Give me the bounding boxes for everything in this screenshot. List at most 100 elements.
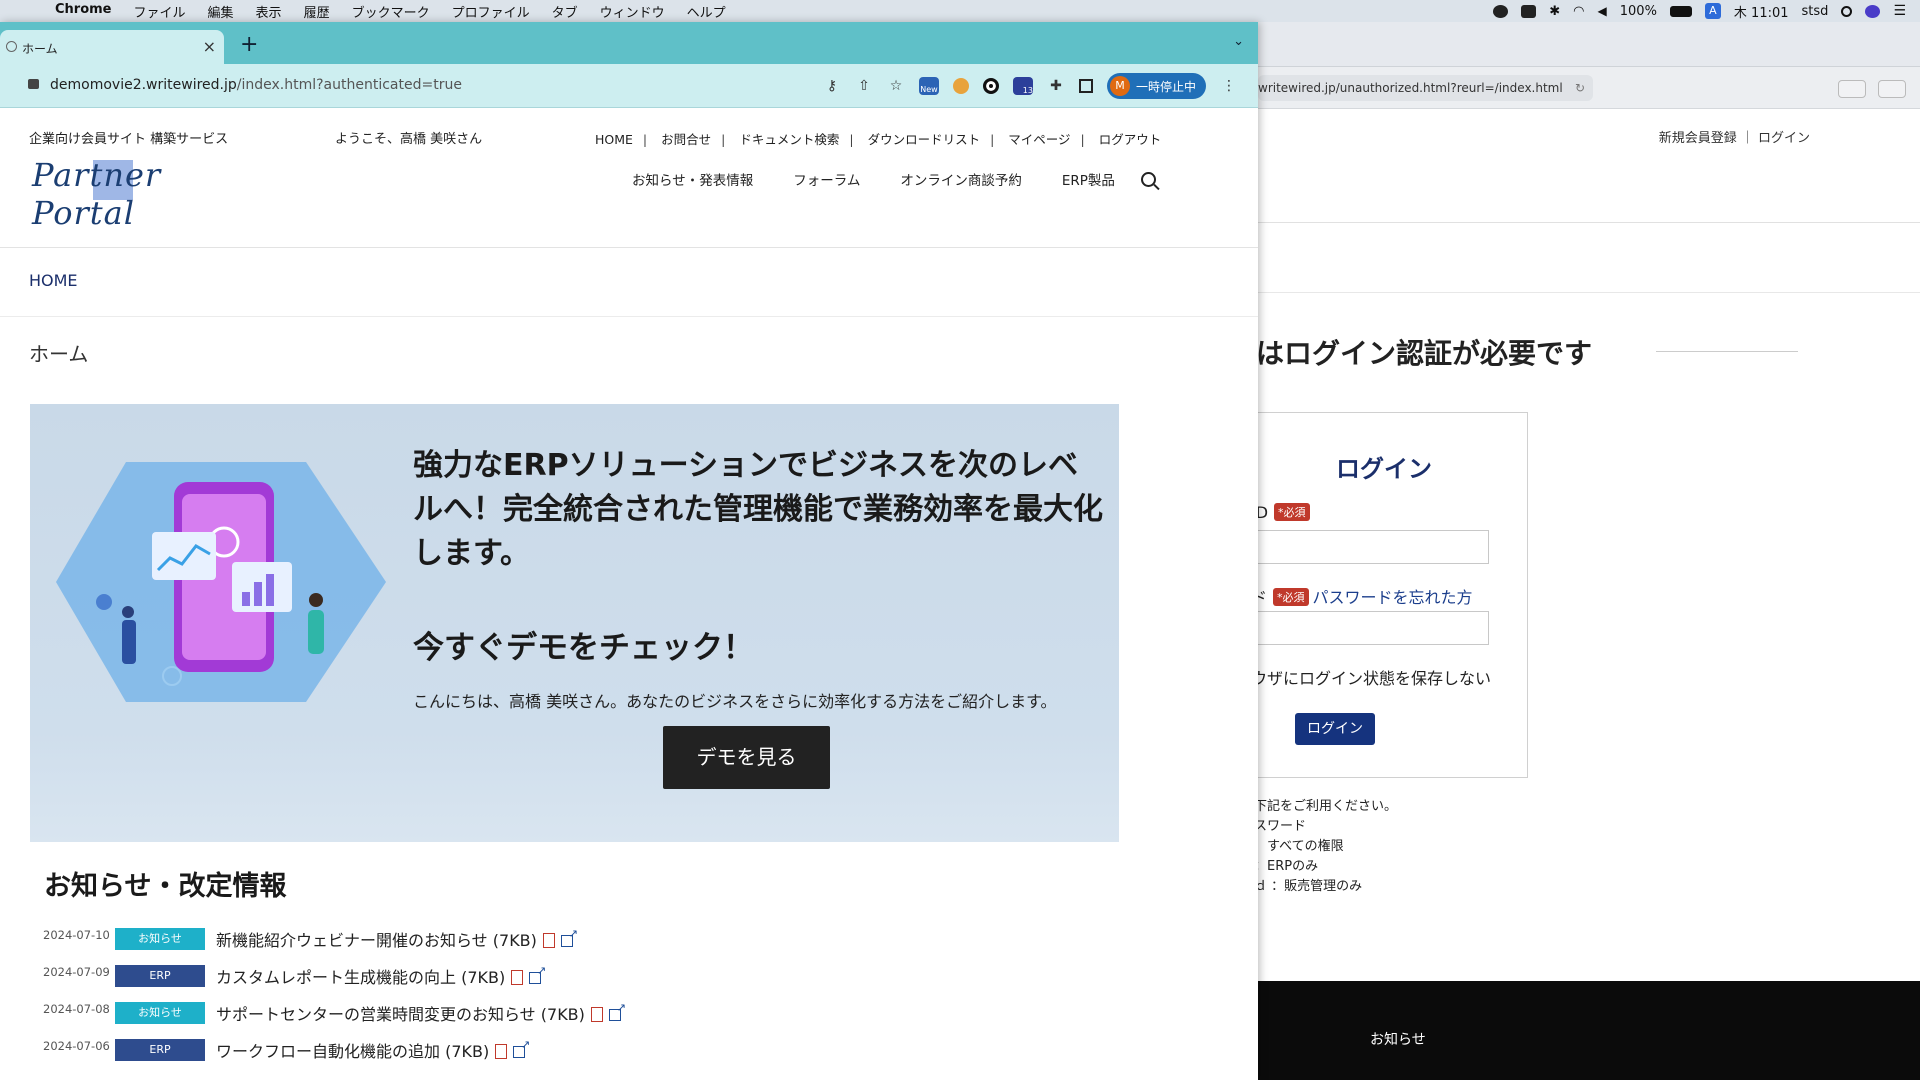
url-text[interactable]: demomovie2.writewired.jp/index.html?auth… xyxy=(50,77,462,93)
bg-reload-icon[interactable]: ↻ xyxy=(1575,75,1585,101)
menu-profiles[interactable]: プロファイル xyxy=(441,2,541,21)
site-tagline: 企業向け会員サイト 構築サービス xyxy=(29,132,229,147)
list-item[interactable]: 2024-07-08 お知らせ サポートセンターの営業時間変更のお知らせ (7K… xyxy=(43,994,943,1031)
spotlight-icon[interactable] xyxy=(1841,5,1853,17)
external-link-icon[interactable] xyxy=(513,1038,530,1058)
news-title-text[interactable]: サポートセンターの営業時間変更のお知らせ (7KB) xyxy=(216,1005,585,1024)
user-name[interactable]: stsd xyxy=(1802,4,1829,19)
volume-icon[interactable]: ◀ xyxy=(1598,4,1607,18)
profile-paused-button[interactable]: M 一時停止中 xyxy=(1106,73,1206,99)
phone-dashboard-illustration xyxy=(56,462,386,702)
nav-online-meeting[interactable]: オンライン商談予約 xyxy=(900,169,1022,189)
display-icon[interactable] xyxy=(1521,4,1537,18)
remember-label[interactable]: ウザにログイン状態を保存しない xyxy=(1258,665,1491,689)
menu-window[interactable]: ウィンドウ xyxy=(589,2,676,21)
cookie-extension-icon[interactable] xyxy=(952,78,969,94)
share-icon[interactable]: ⇧ xyxy=(855,78,873,94)
close-tab-icon[interactable]: × xyxy=(203,37,216,56)
nav-forum[interactable]: フォーラム xyxy=(793,169,860,189)
menu-view[interactable]: 表示 xyxy=(245,2,293,21)
input-method-icon[interactable]: A xyxy=(1704,3,1721,19)
kebab-menu-icon[interactable]: ⋮ xyxy=(1220,78,1238,94)
macos-menubar: Chrome ファイル 編集 表示 履歴 ブックマーク プロファイル タブ ウィ… xyxy=(0,0,1920,22)
category-badge: お知らせ xyxy=(115,927,205,950)
bg-tabs-button[interactable] xyxy=(1878,80,1906,98)
tab-search-chevron-icon[interactable]: ⌄ xyxy=(1233,34,1244,49)
nav-home[interactable]: HOME xyxy=(595,132,633,147)
news-title-text[interactable]: カスタムレポート生成機能の向上 (7KB) xyxy=(216,968,505,987)
menu-edit[interactable]: 編集 xyxy=(197,2,245,21)
forgot-password-link[interactable]: パスワードを忘れた方 xyxy=(1313,588,1473,607)
menu-history[interactable]: 履歴 xyxy=(293,2,341,21)
nav-document-search[interactable]: ドキュメント検索 xyxy=(739,132,839,147)
menu-bookmarks[interactable]: ブックマーク xyxy=(341,2,441,21)
nav-contact[interactable]: お問合せ xyxy=(661,132,711,147)
bg-share-button[interactable] xyxy=(1838,80,1866,98)
bg-address-bar[interactable]: writewired.jp/unauthorized.html?reurl=/i… xyxy=(1258,75,1593,101)
side-panel-icon[interactable] xyxy=(1078,79,1093,93)
list-item[interactable]: 2024-07-09 ERP カスタムレポート生成機能の向上 (7KB) xyxy=(43,957,943,994)
school-extension-icon[interactable]: 13 xyxy=(1012,77,1033,95)
url-path: /index.html?authenticated=true xyxy=(236,77,462,93)
pdf-icon[interactable] xyxy=(542,932,555,948)
news-title[interactable]: 新機能紹介ウェビナー開催のお知らせ (7KB) xyxy=(216,927,578,951)
news-title[interactable]: カスタムレポート生成機能の向上 (7KB) xyxy=(216,964,546,988)
bluetooth-icon[interactable]: ✱ xyxy=(1549,4,1560,19)
record-icon[interactable] xyxy=(1493,4,1509,18)
pdf-icon[interactable] xyxy=(590,1006,603,1022)
menu-tab[interactable]: タブ xyxy=(541,2,589,21)
external-link-icon[interactable] xyxy=(529,964,546,984)
chrome-window[interactable]: ホーム × + ⌄ demomovie2.writewired.jp/index… xyxy=(0,22,1258,1080)
external-link-icon[interactable] xyxy=(608,1001,626,1021)
list-item[interactable]: 2024-07-10 お知らせ 新機能紹介ウェビナー開催のお知らせ (7KB) xyxy=(43,920,943,957)
menu-app-name[interactable]: Chrome xyxy=(44,2,123,21)
password-label-text: ド xyxy=(1258,588,1268,607)
pdf-icon[interactable] xyxy=(511,969,524,985)
nav-erp-products[interactable]: ERP製品 xyxy=(1062,169,1115,189)
toolbar-icons: ⚷ ⇧ ☆ New 13 ✚ M 一時停止中 ⋮ xyxy=(823,73,1238,99)
bookmark-star-icon[interactable]: ☆ xyxy=(887,78,905,94)
bg-footer: お知らせ xyxy=(1258,981,1920,1080)
nav-logout[interactable]: ログアウト xyxy=(1099,132,1162,147)
hero-body: こんにちは、高橋 美咲さん。あなたのビジネスをさらに効率化する方法をご紹介します… xyxy=(413,692,1057,711)
background-browser-window[interactable]: writewired.jp/unauthorized.html?reurl=/i… xyxy=(1258,22,1920,1080)
wifi-icon[interactable]: ◠ xyxy=(1573,4,1584,19)
bg-divider xyxy=(1258,222,1920,223)
battery-percent[interactable]: 100% xyxy=(1620,4,1657,19)
news-title[interactable]: サポートセンターの営業時間変更のお知らせ (7KB) xyxy=(216,1001,626,1025)
password-input[interactable] xyxy=(1258,611,1489,645)
news-title[interactable]: ワークフロー自動化機能の追加 (7KB) xyxy=(216,1038,530,1062)
news-date: 2024-07-10 xyxy=(43,927,110,942)
clock[interactable]: 木 11:01 xyxy=(1734,2,1789,21)
menu-help[interactable]: ヘルプ xyxy=(676,2,737,21)
nav-announcements[interactable]: お知らせ・発表情報 xyxy=(632,169,753,189)
battery-icon[interactable] xyxy=(1669,5,1692,17)
menu-file[interactable]: ファイル xyxy=(123,2,197,21)
tab-home[interactable]: ホーム × xyxy=(0,30,224,64)
key-icon[interactable]: ⚷ xyxy=(823,78,841,94)
nav-download-list[interactable]: ダウンロードリスト xyxy=(868,132,981,147)
breadcrumb[interactable]: HOME xyxy=(29,271,78,290)
list-item[interactable]: 2024-07-06 ERP ワークフロー自動化機能の追加 (7KB) xyxy=(43,1031,943,1068)
puzzle-extensions-icon[interactable]: ✚ xyxy=(1047,78,1065,94)
news-title-text[interactable]: ワークフロー自動化機能の追加 (7KB) xyxy=(216,1042,489,1061)
search-icon[interactable] xyxy=(1140,171,1156,187)
id-input[interactable] xyxy=(1258,530,1489,564)
nav-mypage[interactable]: マイページ xyxy=(1008,132,1070,147)
siri-icon[interactable] xyxy=(1865,4,1881,18)
circle-extension-icon[interactable] xyxy=(982,78,999,94)
login-button[interactable]: ログイン xyxy=(1295,713,1375,745)
external-link-icon[interactable] xyxy=(560,927,578,947)
new-tab-button[interactable]: + xyxy=(240,32,258,57)
view-demo-button[interactable]: デモを見る xyxy=(663,726,830,789)
bg-notes: 下記をご利用ください。 スワード すべての権限 ：ERPのみ ｄ ：販売管理のみ xyxy=(1258,797,1397,897)
bg-top-nav[interactable]: 新規会員登録 ｜ ログイン xyxy=(1659,127,1810,146)
bg-footer-link[interactable]: お知らせ xyxy=(1370,1029,1426,1049)
lock-icon[interactable] xyxy=(28,79,39,89)
control-center-icon[interactable]: ☰ xyxy=(1893,3,1906,19)
pdf-icon[interactable] xyxy=(495,1043,508,1059)
site-logo[interactable]: Partner Portal xyxy=(29,156,229,232)
extension-new-icon[interactable]: New xyxy=(918,77,939,95)
web-page: 企業向け会員サイト 構築サービス Partner Portal ようこそ、高橋 … xyxy=(0,108,1258,1080)
news-title-text[interactable]: 新機能紹介ウェビナー開催のお知らせ (7KB) xyxy=(216,931,537,950)
